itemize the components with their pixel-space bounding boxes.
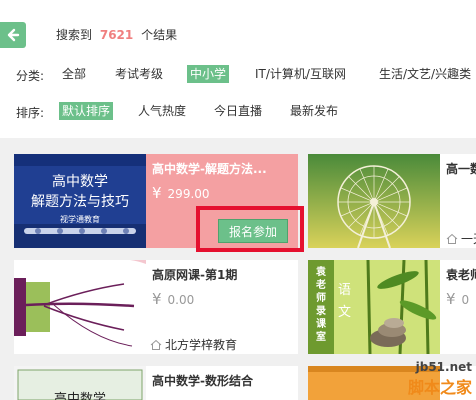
thumb-char: 老 [316, 280, 326, 291]
course-card[interactable]: 高中数学 高中数学-数形结合 [14, 366, 298, 400]
result-prefix: 搜索到 [56, 28, 93, 42]
course-title[interactable]: 高一数 [446, 160, 476, 177]
currency-symbol: ¥ [446, 290, 456, 308]
thumb-char: 袁 [316, 267, 326, 278]
thumb-char: 课 [316, 319, 326, 330]
sort-default[interactable]: 默认排序 [59, 102, 114, 120]
category-filter-row: 分类: 全部 考试考级 中小学 IT/计算机/互联网 生活/文艺/兴趣类 [0, 64, 476, 84]
course-title[interactable]: 高原网课-第1期 [152, 266, 237, 283]
course-card[interactable]: 高原网课-第1期 ¥0.00 北方学梓教育 [14, 260, 298, 354]
result-suffix: 个结果 [141, 28, 178, 42]
thumb-title-line-2: 解题方法与技巧 [31, 194, 129, 210]
thumb-brand: 视学通教育 [60, 215, 100, 224]
thumb-char: 师 [316, 293, 326, 304]
course-org: 一天 [446, 230, 476, 247]
watermark: jb51.net 脚本之家 [408, 360, 472, 398]
course-thumbnail: 高中数学 [14, 366, 146, 400]
price-value: 299.00 [167, 187, 210, 201]
course-card[interactable]: 高一数 一天 [308, 154, 476, 248]
course-thumbnail [14, 260, 146, 354]
course-card[interactable]: 袁 老 师 录 课 室 语 文 袁老师 ¥0 [308, 260, 476, 354]
arrow-left-icon [7, 28, 20, 42]
course-org: 北方学梓教育 [150, 336, 237, 353]
search-result-summary: 搜索到 7621 个结果 [56, 26, 177, 43]
watermark-brand: 脚本之家 [407, 378, 472, 397]
thumb-char: 室 [316, 332, 326, 343]
course-thumbnail: 袁 老 师 录 课 室 语 文 [308, 260, 440, 354]
home-icon [150, 339, 162, 350]
currency-symbol: ¥ [152, 184, 162, 202]
category-k12[interactable]: 中小学 [187, 65, 230, 83]
org-name: 一天 [461, 232, 476, 246]
category-label: 分类: [16, 69, 45, 83]
course-price: ¥0 [446, 290, 469, 308]
price-value: 0.00 [167, 293, 195, 307]
thumb-char: 录 [316, 306, 326, 317]
thumb-title-line-1: 高中数学 [53, 392, 106, 400]
course-price: ¥299.00 [152, 184, 210, 202]
price-value: 0 [461, 293, 470, 307]
org-name: 北方学梓教育 [165, 338, 238, 352]
course-price: ¥0.00 [152, 290, 194, 308]
course-title[interactable]: 高中数学-解题方法... [152, 160, 292, 177]
sort-newest[interactable]: 最新发布 [287, 102, 341, 120]
course-title[interactable]: 袁老师 [446, 266, 476, 283]
course-thumbnail [308, 154, 440, 248]
signup-button[interactable]: 报名参加 [218, 219, 288, 243]
sort-row: 排序: 默认排序 人气热度 今日直播 最新发布 [0, 101, 476, 121]
category-it[interactable]: IT/计算机/互联网 [252, 65, 349, 83]
filter-panel: 搜索到 7621 个结果 分类: 全部 考试考级 中小学 IT/计算机/互联网 … [0, 0, 476, 138]
course-thumbnail: 高中数学 解题方法与技巧 视学通教育 [14, 154, 146, 248]
sort-live-today[interactable]: 今日直播 [211, 102, 265, 120]
sort-label: 排序: [16, 106, 45, 120]
thumb-char: 语 [338, 283, 352, 298]
back-button[interactable] [0, 22, 26, 48]
thumb-title-line-1: 高中数学 [52, 174, 108, 190]
sort-popularity[interactable]: 人气热度 [135, 102, 189, 120]
result-count: 7621 [99, 28, 134, 42]
home-icon [446, 233, 458, 244]
currency-symbol: ¥ [152, 290, 162, 308]
watermark-url: jb51.net [415, 360, 472, 374]
thumb-char: 文 [338, 305, 352, 320]
category-lifestyle[interactable]: 生活/文艺/兴趣类 [376, 65, 474, 83]
category-exam[interactable]: 考试考级 [112, 65, 166, 83]
course-title[interactable]: 高中数学-数形结合 [152, 372, 253, 389]
category-all[interactable]: 全部 [59, 65, 89, 83]
